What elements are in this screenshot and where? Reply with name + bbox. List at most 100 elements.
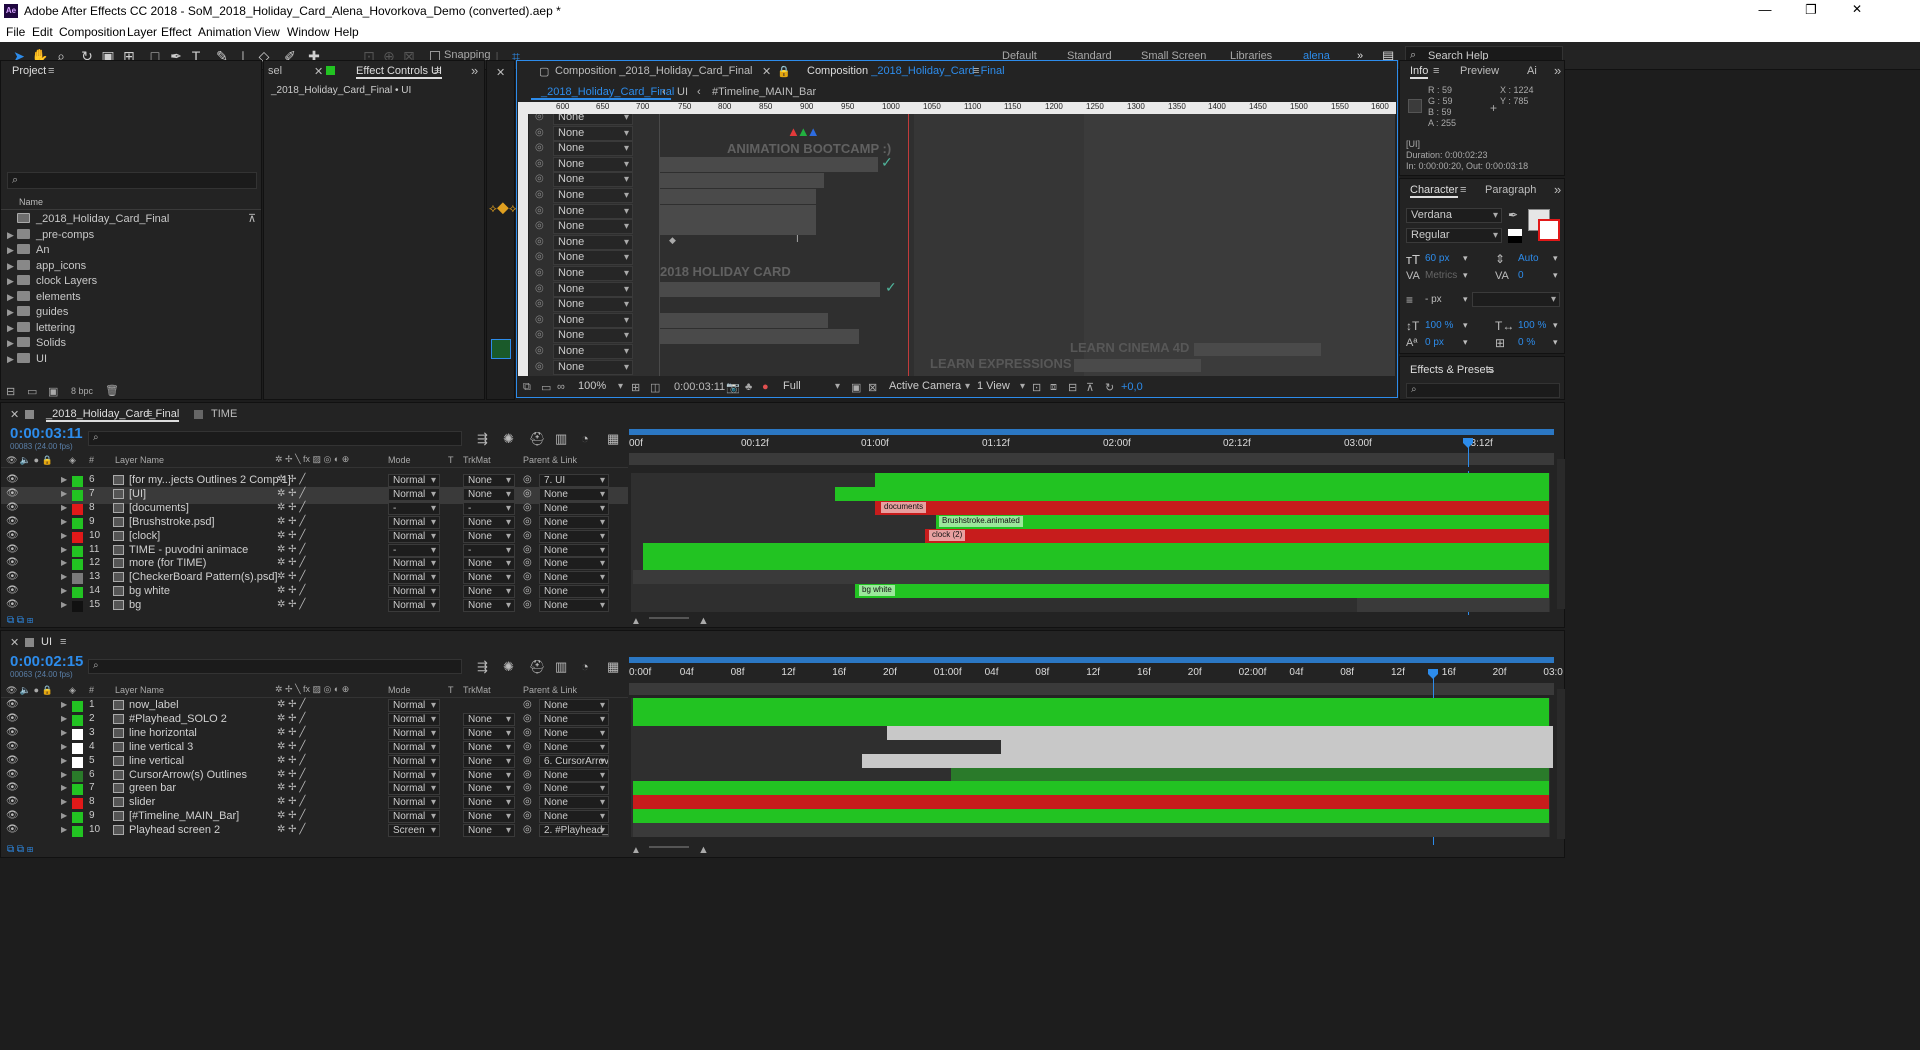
none-dropdown[interactable]: None xyxy=(553,141,633,157)
draft-3d-icon[interactable]: ✺ xyxy=(503,431,514,447)
lock-icon[interactable]: 🔒 xyxy=(777,65,791,78)
toggle-icon[interactable]: ◎ xyxy=(535,236,544,247)
close-icon[interactable]: ✕ xyxy=(496,66,505,79)
snapshot-icon[interactable]: 📷 xyxy=(726,381,740,394)
switches-icons[interactable]: ✲ ✢ ╱ xyxy=(277,727,305,738)
pickwhip-icon[interactable]: ◎ xyxy=(523,699,532,710)
magnification-dropdown[interactable]: 100% xyxy=(574,380,626,395)
label-color-swatch[interactable] xyxy=(72,770,83,782)
panel-menu-icon[interactable]: ≡ xyxy=(434,65,440,77)
parent-dropdown[interactable]: None xyxy=(539,796,609,810)
panel-menu-icon[interactable]: ≡ xyxy=(48,65,54,77)
layer-duration-bar[interactable] xyxy=(887,725,1553,740)
layer-name[interactable]: CursorArrow(s) Outlines xyxy=(129,769,247,781)
switches-icons[interactable]: ✲ ✢ ╱ xyxy=(277,585,305,596)
work-area-bar[interactable] xyxy=(629,429,1554,435)
graph-editor-icon[interactable]: ▦ xyxy=(607,659,619,675)
switches-icons[interactable]: ✲ ✢ ╱ xyxy=(277,741,305,752)
menu-animation[interactable]: Animation xyxy=(198,25,251,39)
visibility-eye-icon[interactable]: 👁 xyxy=(6,585,19,596)
pickwhip-icon[interactable]: ◎ xyxy=(523,824,532,835)
expand-triangle-icon[interactable]: ▶ xyxy=(61,545,67,554)
none-dropdown[interactable]: None xyxy=(553,328,633,344)
current-time-display[interactable]: 0:00:02:15 xyxy=(10,653,83,670)
trkmat-dropdown[interactable]: - xyxy=(463,501,515,515)
menu-help[interactable]: Help xyxy=(334,25,359,39)
flowchart-icon[interactable]: ⊼ xyxy=(248,212,256,225)
trkmat-dropdown[interactable]: None xyxy=(463,474,515,487)
project-tab[interactable]: Project xyxy=(12,65,46,77)
baseline-shift-value[interactable]: 0 px xyxy=(1425,337,1444,348)
trkmat-dropdown[interactable]: None xyxy=(463,487,515,501)
visibility-eye-icon[interactable]: 👁 xyxy=(6,741,19,752)
monitor-icon[interactable]: ▭ xyxy=(541,381,551,394)
mode-dropdown[interactable]: Normal xyxy=(388,515,440,529)
visibility-eye-icon[interactable]: 👁 xyxy=(6,824,19,835)
expand-triangle-icon[interactable]: ▶ xyxy=(61,517,67,526)
flowchart-icon[interactable]: ⊼ xyxy=(1086,381,1094,394)
layer-name[interactable]: [clock] xyxy=(129,530,160,542)
none-dropdown[interactable]: None xyxy=(553,297,633,313)
trkmat-dropdown[interactable]: None xyxy=(463,712,515,726)
none-dropdown[interactable]: None xyxy=(553,250,633,266)
layer-name[interactable]: TIME - puvodni animace xyxy=(129,544,248,556)
font-family-dropdown[interactable]: Verdana xyxy=(1406,208,1502,223)
switches-icons[interactable]: ✲ ✢ ╱ xyxy=(277,474,305,485)
mode-dropdown[interactable]: Normal xyxy=(388,699,440,712)
expand-triangle-icon[interactable]: ▶ xyxy=(61,797,67,806)
layer-name[interactable]: [Brushstroke.psd] xyxy=(129,516,215,528)
resolution-dropdown[interactable]: Full xyxy=(779,380,843,395)
zoom-out-icon[interactable]: ▲ xyxy=(631,845,641,856)
layer-name[interactable]: [UI] xyxy=(129,488,146,500)
layer-row[interactable]: 👁 ▶ 15 bg ✲ ✢ ╱ Normal None ◎ None xyxy=(1,598,628,615)
layer-search-input[interactable]: ⌕ xyxy=(88,659,462,674)
none-dropdown[interactable]: None xyxy=(553,114,633,125)
layer-duration-bar[interactable] xyxy=(633,781,1549,796)
zoom-in-icon[interactable]: ▲ xyxy=(698,844,709,856)
toggle-icon[interactable]: ◎ xyxy=(535,189,544,200)
layer-name[interactable]: slider xyxy=(129,796,155,808)
time-ruler[interactable]: 0:00f 04f 08f 12f 16f 20f 01:00f 04f 08f 12f 16f 20… xyxy=(629,655,1563,697)
pickwhip-icon[interactable]: ◎ xyxy=(523,544,532,555)
expand-triangle-icon[interactable]: ▶ xyxy=(61,783,67,792)
composition-navigator[interactable] xyxy=(629,453,1554,465)
pickwhip-icon[interactable]: ◎ xyxy=(523,741,532,752)
label-color-swatch[interactable] xyxy=(72,812,83,824)
pickwhip-icon[interactable]: ◎ xyxy=(523,530,532,541)
parent-dropdown[interactable]: None xyxy=(539,515,609,529)
expand-triangle-icon[interactable]: ▶ xyxy=(61,770,67,779)
graph-editor-icon[interactable]: ▦ xyxy=(607,431,619,447)
stroke-color-swatch[interactable] xyxy=(1538,219,1560,241)
region-of-interest-icon[interactable]: ▣ xyxy=(851,381,861,394)
none-dropdown[interactable]: None xyxy=(553,203,633,219)
label-color-swatch[interactable] xyxy=(72,476,83,487)
layer-duration-bar[interactable] xyxy=(633,698,1549,712)
time-ruler[interactable]: 00f 00:12f 01:00f 01:12f 02:00f 02:12f 0… xyxy=(629,427,1554,467)
parent-dropdown[interactable]: 7. UI xyxy=(539,474,609,487)
toggle-icon[interactable]: ◎ xyxy=(535,267,544,278)
pickwhip-icon[interactable]: ◎ xyxy=(523,585,532,596)
mode-dropdown[interactable]: Normal xyxy=(388,754,440,768)
panel-overflow-icon[interactable]: » xyxy=(471,63,478,78)
parent-dropdown[interactable]: None xyxy=(539,726,609,740)
leading-value[interactable]: Auto xyxy=(1518,253,1539,264)
expand-triangle-icon[interactable]: ▶ xyxy=(61,600,67,609)
toggle-icon[interactable]: ◎ xyxy=(535,314,544,325)
kerning-value[interactable]: Metrics xyxy=(1425,270,1457,281)
visibility-eye-icon[interactable]: 👁 xyxy=(6,502,19,513)
paragraph-tab[interactable]: Paragraph xyxy=(1485,184,1536,196)
layer-duration-bar[interactable] xyxy=(855,584,1549,599)
expand-triangle-icon[interactable]: ▶ xyxy=(61,572,67,581)
close-tab-icon[interactable]: ✕ xyxy=(10,636,19,649)
visibility-eye-icon[interactable]: 👁 xyxy=(6,699,19,710)
none-dropdown[interactable]: None xyxy=(553,312,633,328)
layer-duration-bar[interactable] xyxy=(835,486,1549,501)
new-composition-icon[interactable]: ▣ xyxy=(48,385,58,398)
toggle-icon[interactable]: ◎ xyxy=(535,114,544,122)
trkmat-dropdown[interactable]: None xyxy=(463,529,515,543)
parent-dropdown[interactable]: None xyxy=(539,557,609,571)
dropdown-arrow-icon[interactable]: ▾ xyxy=(1553,270,1558,281)
new-folder-icon[interactable]: ▭ xyxy=(27,385,37,398)
toggle-icon[interactable]: ◎ xyxy=(535,345,544,356)
layer-name[interactable]: [#Timeline_MAIN_Bar] xyxy=(129,810,239,822)
